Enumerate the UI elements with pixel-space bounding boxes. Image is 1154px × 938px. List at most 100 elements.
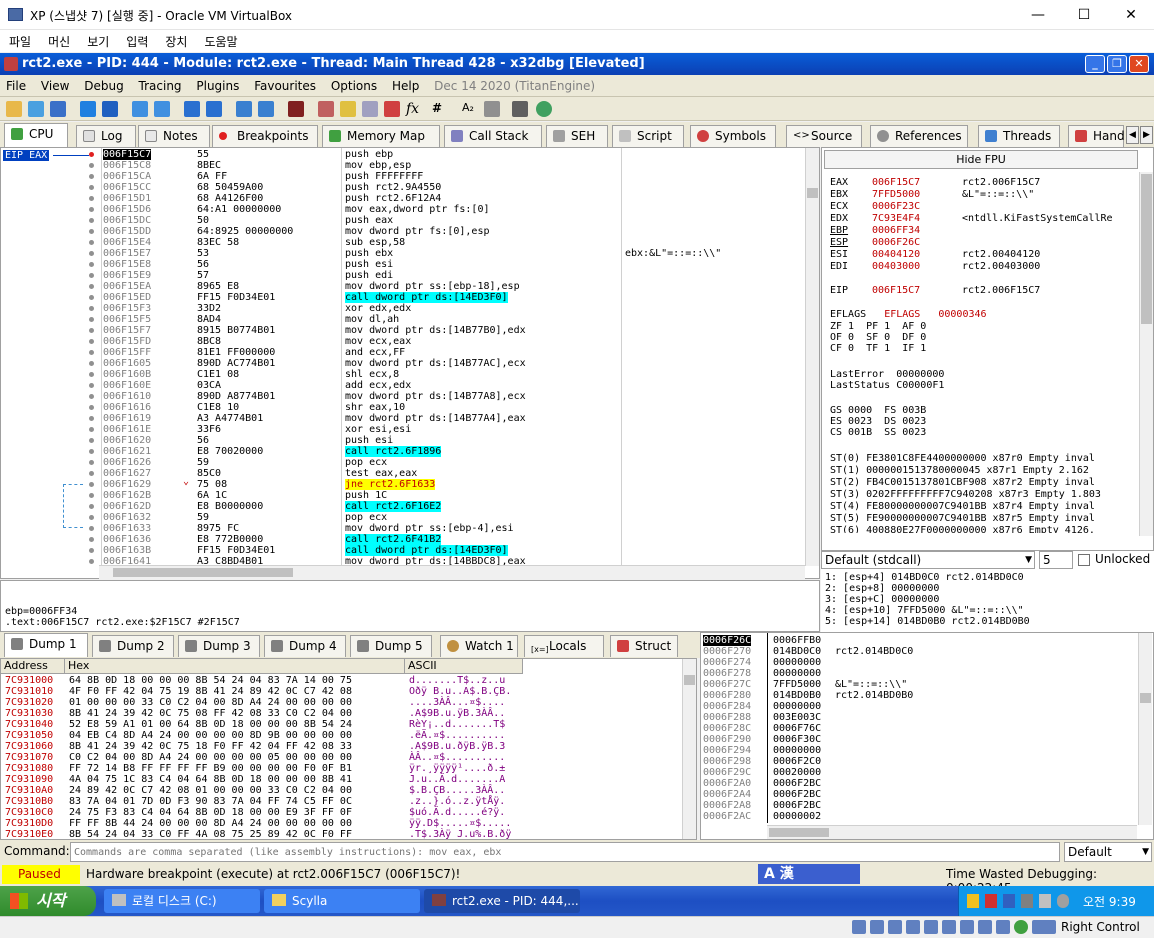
disasm-row[interactable]: 006F1626 59 pop ecx (89, 457, 807, 468)
breakpoint-dot[interactable] (89, 328, 94, 333)
dump-row[interactable]: 7C9310C0 24 75 F3 83 C4 04 64 8B 0D 18 00… (5, 807, 525, 818)
tab-watch-1[interactable]: Watch 1 (440, 635, 518, 657)
stop-icon[interactable] (50, 101, 66, 117)
disasm-row[interactable]: 006F1619 A3 A4774B01 mov dword ptr ds:[14B… (89, 413, 807, 424)
breakpoint-dot[interactable] (89, 493, 94, 498)
registers-pane[interactable]: Hide FPU EAX 006F15C7 rct2.006F15C7 EBX 7FFD… (821, 147, 1154, 551)
disasm-row[interactable]: 006F160E 03CA add ecx,edx (89, 380, 807, 391)
breakpoint-dot[interactable] (89, 559, 94, 564)
volume-icon[interactable] (1039, 894, 1051, 908)
dump-row[interactable]: 7C9310E0 8B 54 24 04 33 C0 FF 4A 08 75 25… (5, 829, 525, 840)
hide-fpu-button[interactable]: Hide FPU (824, 150, 1138, 169)
dump-header-ascii[interactable]: ASCII (405, 659, 523, 674)
argument-row[interactable]: 2: [esp+8] 00000000 (825, 583, 1137, 594)
disasm-row[interactable]: 006F15CA 6A FF push FFFFFFFF (89, 171, 807, 182)
font-icon[interactable]: A₂ (462, 101, 478, 117)
hash-icon[interactable]: # (432, 101, 448, 117)
command-input[interactable] (70, 842, 1060, 862)
breakpoint-dot[interactable] (89, 262, 94, 267)
disassembly-pane[interactable]: EIP EAX 006F15C7 55 push ebp 006F15C8 8BEC mo… (0, 147, 820, 579)
disasm-row[interactable]: 006F15C7 55 push ebp (89, 149, 807, 160)
display-icon[interactable] (960, 920, 974, 934)
menu-view[interactable]: View (35, 75, 74, 93)
register-row[interactable]: ESP 0006F26C (830, 237, 1140, 249)
disasm-row[interactable]: 006F163B FF15 F0D34E01 call dword ptr ds:[… (89, 545, 807, 556)
run-icon[interactable] (80, 101, 96, 117)
fpu-row[interactable]: ST(5) FE90000000007C9401BB x87r5 Empty i… (830, 513, 1138, 525)
dump-vscroll[interactable] (682, 659, 696, 839)
taskbar-item-scylla[interactable]: Scylla (264, 889, 420, 913)
step-over-icon[interactable] (154, 101, 170, 117)
menu-help[interactable]: 도움말 (195, 30, 245, 50)
taskbar-item-rct2[interactable]: rct2.exe - PID: 444,... (424, 889, 580, 913)
register-row[interactable]: EAX 006F15C7 rct2.006F15C7 (830, 177, 1140, 189)
tab-scroll-left[interactable]: ◀ (1126, 126, 1139, 144)
globe-icon[interactable] (1057, 894, 1069, 908)
tab-dump-5[interactable]: Dump 5 (350, 635, 432, 657)
disasm-row[interactable]: 006F15CC 68 50459A00 push rct2.9A4550 (89, 182, 807, 193)
run-to-user-code-icon[interactable] (258, 101, 274, 117)
tab-threads[interactable]: Threads (978, 125, 1060, 147)
usb-icon[interactable] (924, 920, 938, 934)
dump-row[interactable]: 7C9310B0 83 7A 04 01 7D 0D F3 90 83 7A 04… (5, 796, 525, 807)
label-icon[interactable] (340, 101, 356, 117)
fx-icon[interactable]: fx (406, 101, 422, 117)
disasm-row[interactable]: 006F1632 59 pop ecx (89, 512, 807, 523)
tab-dump-4[interactable]: Dump 4 (264, 635, 346, 657)
register-value[interactable]: 006F15C7 (872, 177, 920, 188)
fpu-row[interactable]: ST(1) 0000001513780000045 x87r1 Empty 2.… (830, 465, 1138, 477)
callconv-select[interactable]: Default (stdcall) ▼ (821, 551, 1035, 569)
arg-count-spinner[interactable]: 5 (1039, 551, 1073, 569)
dump-row[interactable]: 7C9310A0 24 89 42 0C C7 42 08 01 00 00 00… (5, 785, 525, 796)
menu-machine[interactable]: 머신 (39, 30, 78, 50)
breakpoint-dot[interactable] (89, 471, 94, 476)
pause-icon[interactable] (102, 101, 118, 117)
disasm-row[interactable]: 006F15EA 8965 E8 mov dword ptr ss:[ebp-18]… (89, 281, 807, 292)
tab-seh[interactable]: SEH (546, 125, 608, 147)
menu-favourites[interactable]: Favourites (248, 75, 321, 93)
fpu-row[interactable]: ST(0) FE3801C8FE4400000000 x87r0 Empty i… (830, 453, 1138, 465)
disasm-row[interactable]: 006F1627 85C0 test eax,eax (89, 468, 807, 479)
menu-tracing[interactable]: Tracing (133, 75, 187, 93)
menu-options[interactable]: Options (325, 75, 382, 93)
disassembly-hscroll[interactable] (99, 565, 805, 579)
menu-devices[interactable]: 장치 (156, 30, 195, 50)
register-row[interactable]: EBX 7FFD5000 &L"=::=::\\" (830, 189, 1140, 201)
disasm-row[interactable]: 006F15DC 50 push eax (89, 215, 807, 226)
menu-file[interactable]: 파일 (0, 30, 39, 50)
tab-dump-1[interactable]: Dump 1 (4, 633, 88, 657)
register-row[interactable] (830, 273, 1140, 285)
breakpoint-dot[interactable] (89, 394, 94, 399)
register-value[interactable]: 00403000 (872, 261, 920, 272)
breakpoint-dot[interactable] (89, 152, 94, 157)
dump-row[interactable]: 7C931080 FF 72 14 B8 FF FF FF FF B9 00 00… (5, 763, 525, 774)
recording-icon[interactable] (978, 920, 992, 934)
xp-restore-button[interactable]: ❐ (1107, 55, 1127, 73)
disasm-row[interactable]: 006F15F5 8AD4 mov dl,ah (89, 314, 807, 325)
register-value[interactable]: 00404120 (872, 249, 920, 260)
dump-row[interactable]: 7C931030 8B 41 24 39 42 0C 75 08 FF 42 08… (5, 708, 525, 719)
step-into-icon[interactable] (132, 101, 148, 117)
breakpoint-dot[interactable] (89, 427, 94, 432)
disasm-row[interactable]: 006F1621 E8 70020000 call rct2.6F1896 (89, 446, 807, 457)
disasm-row[interactable]: 006F160B C1E1 08 shl ecx,8 (89, 369, 807, 380)
network-icon[interactable] (906, 920, 920, 934)
tab-script[interactable]: Script (612, 125, 684, 147)
menu-input[interactable]: 입력 (117, 30, 156, 50)
cpu-icon[interactable] (996, 920, 1010, 934)
breakpoint-dot[interactable] (89, 273, 94, 278)
argument-row[interactable]: 1: [esp+4] 014BD0C0 rct2.014BD0C0 (825, 572, 1137, 583)
breakpoint-dot[interactable] (89, 251, 94, 256)
register-row[interactable]: EDI 00403000 rct2.00403000 (830, 261, 1140, 273)
tab-memory-map[interactable]: Memory Map (322, 125, 440, 147)
menu-file[interactable]: File (0, 75, 31, 93)
taskbar-item-local-disk[interactable]: 로컬 디스크 (C:) (104, 889, 260, 913)
disasm-row[interactable]: 006F15D1 68 A4126F00 push rct2.6F12A4 (89, 193, 807, 204)
tab-symbols[interactable]: Symbols (690, 125, 776, 147)
minimize-button[interactable]: — (1015, 0, 1061, 30)
dump-row[interactable]: 7C9310D0 FF FF 8B 44 24 00 00 00 8D A4 24… (5, 818, 525, 829)
tab-dump-3[interactable]: Dump 3 (178, 635, 260, 657)
register-row[interactable]: ESI 00404120 rct2.00404120 (830, 249, 1140, 261)
restart-icon[interactable] (28, 101, 44, 117)
tab-dump-2[interactable]: Dump 2 (92, 635, 174, 657)
